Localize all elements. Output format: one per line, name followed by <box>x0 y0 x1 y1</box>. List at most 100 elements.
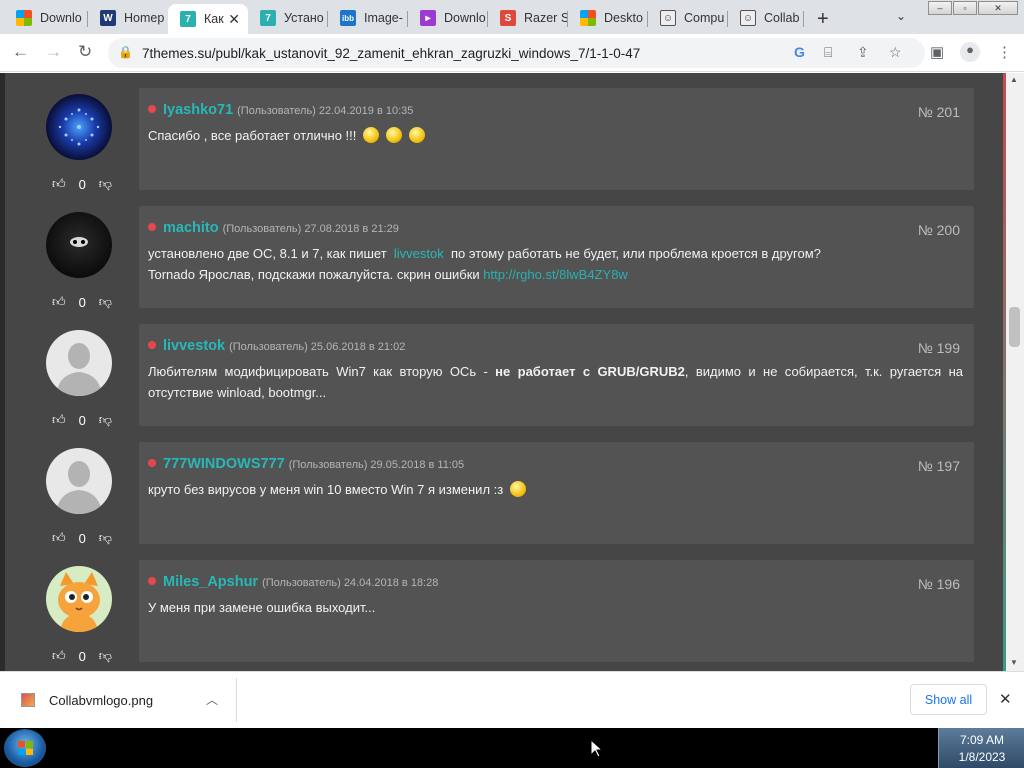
show-all-button[interactable]: Show all <box>910 684 987 715</box>
forward-arrow-icon[interactable]: → <box>45 42 62 62</box>
profile-avatar-icon[interactable]: ● <box>960 42 980 62</box>
tab-2[interactable]: W Homep <box>88 4 168 32</box>
address-bar[interactable]: 🔒 7themes.su/publ/kak_ustanovit_92_zamen… <box>108 38 925 68</box>
vote-count: 0 <box>78 412 86 428</box>
comment-date: 22.04.2019 в 10:35 <box>318 105 414 117</box>
username-link[interactable]: machito <box>163 220 219 236</box>
tab-label: Downlo <box>40 11 82 25</box>
avatar[interactable] <box>46 448 112 514</box>
close-window-button[interactable]: ✕ <box>978 1 1018 15</box>
user-role: (Пользователь) <box>229 341 308 353</box>
tab-1[interactable]: Downlo <box>4 4 88 32</box>
avatar[interactable] <box>46 94 112 160</box>
avatar[interactable] <box>46 330 112 396</box>
tab-label: Homep <box>124 11 165 25</box>
side-panel-icon[interactable]: ▣ <box>930 43 944 61</box>
wink-emoji-icon <box>409 127 426 143</box>
maximize-button[interactable]: ▫ <box>953 1 977 15</box>
collabvm-icon: ☺ <box>740 10 756 26</box>
image-file-icon[interactable] <box>21 693 35 707</box>
comment-number[interactable]: № 199 <box>918 340 960 356</box>
thumbs-down-icon[interactable]: 👎︎ <box>99 648 112 664</box>
divider <box>236 678 237 722</box>
comment-number[interactable]: № 196 <box>918 576 960 592</box>
comment-number[interactable]: № 197 <box>918 458 960 474</box>
avatar[interactable] <box>46 566 112 632</box>
comment-date: 29.05.2018 в 11:05 <box>370 459 465 471</box>
comment-bold-text: не работает с GRUB/GRUB2 <box>495 364 685 379</box>
tab-5[interactable]: ibb Image- <box>328 4 408 32</box>
comment-body: Любителям модифицировать Win7 как вторую… <box>148 364 488 379</box>
scroll-down-icon[interactable]: ▼ <box>1010 658 1018 667</box>
scroll-up-icon[interactable]: ▲ <box>1010 75 1018 84</box>
minimize-button[interactable]: – <box>928 1 952 15</box>
thumbs-down-icon[interactable]: 👎︎ <box>99 176 112 192</box>
mouse-cursor-icon <box>590 739 602 758</box>
tab-8[interactable]: Deskto <box>568 4 648 32</box>
windows-logo-icon <box>580 10 596 26</box>
vote-count: 0 <box>78 294 86 310</box>
user-role: (Пользователь) <box>237 105 316 117</box>
clock-date: 1/8/2023 <box>958 750 1006 764</box>
tab-label: Deskto <box>604 11 643 25</box>
tab-10[interactable]: ☺ Collab <box>728 4 804 32</box>
translate-icon[interactable]: ⌸ <box>824 44 832 61</box>
google-icon[interactable]: G <box>794 44 805 60</box>
thumbs-up-icon[interactable]: 👍︎ <box>52 412 66 428</box>
wink-emoji-icon <box>386 127 403 143</box>
comment-card: 777WINDOWS777 (Пользователь) 29.05.2018 в … <box>139 442 974 544</box>
system-clock[interactable]: 7:09 AM 1/8/2023 <box>938 728 1024 768</box>
new-tab-button[interactable]: + <box>817 8 829 31</box>
comment-number[interactable]: № 200 <box>918 222 960 238</box>
imgbb-icon: ibb <box>340 10 356 26</box>
screenshot-link[interactable]: http://rgho.st/8lwB4ZY8w <box>483 267 628 282</box>
page-viewport: ▲ ▼ 👍︎ 0 👎︎ Iyashko71 (Пользователь) 22.04.2… <box>0 73 1024 671</box>
chevron-up-icon[interactable]: ︿ <box>206 691 218 708</box>
reload-icon[interactable]: ↻ <box>78 42 92 62</box>
menu-kebab-icon[interactable]: ⋮ <box>997 43 1012 61</box>
comment-item: 👍︎ 0 👎︎ machito (Пользователь) 27.08.2018 в … <box>5 198 1003 316</box>
download-file-name[interactable]: Collabvmlogo.png <box>49 693 153 708</box>
user-role: (Пользователь) <box>222 223 302 235</box>
address-toolbar: ← → ↻ 🔒 7themes.su/publ/kak_ustanovit_92… <box>0 34 1024 72</box>
tab-9[interactable]: ☺ Compu <box>648 4 728 32</box>
comment-date: 25.06.2018 в 21:02 <box>310 341 406 353</box>
comment-item: 👍︎ 0 👎︎ 777WINDOWS777 (Пользователь) 29.05.2… <box>5 434 1003 552</box>
scroll-thumb[interactable] <box>1009 307 1020 347</box>
scrollbar[interactable]: ▲ ▼ <box>1006 73 1024 671</box>
username-link[interactable]: 777WINDOWS777 <box>163 456 285 472</box>
comment-item: 👍︎ 0 👎︎ Iyashko71 (Пользователь) 22.04.2019 … <box>5 80 1003 198</box>
comment-card: livvestok (Пользователь) 25.06.2018 в 21:0… <box>139 324 974 426</box>
close-icon[interactable]: ✕ <box>999 690 1012 708</box>
taskbar: 7:09 AM 1/8/2023 <box>0 728 1024 768</box>
tab-7[interactable]: S Razer S <box>488 4 568 32</box>
comment-item: 👍︎ 0 👎︎ livvestok (Пользователь) 25.06.2018 … <box>5 316 1003 434</box>
close-icon[interactable]: ✕ <box>228 11 240 28</box>
comment-number[interactable]: № 201 <box>918 104 960 120</box>
username-link[interactable]: livvestok <box>163 338 225 354</box>
wink-emoji-icon <box>363 127 380 143</box>
avatar[interactable] <box>46 212 112 278</box>
username-link[interactable]: Miles_Apshur <box>163 574 258 590</box>
thumbs-down-icon[interactable]: 👎︎ <box>99 530 112 546</box>
thumbs-up-icon[interactable]: 👍︎ <box>52 294 66 310</box>
comment-text: круто без вирусов у меня win 10 вместо W… <box>148 479 963 500</box>
thumbs-up-icon[interactable]: 👍︎ <box>52 530 66 546</box>
url-text[interactable]: 7themes.su/publ/kak_ustanovit_92_zamenit… <box>142 46 640 61</box>
lock-icon[interactable]: 🔒 <box>118 45 133 59</box>
thumbs-up-icon[interactable]: 👍︎ <box>52 176 66 192</box>
tab-3-active[interactable]: 7 Как ✕ <box>168 4 248 34</box>
thumbs-down-icon[interactable]: 👎︎ <box>99 412 112 428</box>
thumbs-up-icon[interactable]: 👍︎ <box>52 648 66 664</box>
tab-6[interactable]: ▸ Downlo <box>408 4 488 32</box>
tab-4[interactable]: 7 Устано <box>248 4 328 32</box>
back-arrow-icon[interactable]: ← <box>12 42 29 62</box>
tab-search-chevron-icon[interactable]: ⌄ <box>896 9 906 23</box>
share-icon[interactable]: ⇪ <box>857 44 869 61</box>
username-link[interactable]: Iyashko71 <box>163 102 233 118</box>
thumbs-down-icon[interactable]: 👎︎ <box>99 294 112 310</box>
bookmark-star-icon[interactable]: ☆ <box>889 44 902 61</box>
site-logo-icon: W <box>100 10 116 26</box>
start-button[interactable] <box>4 729 46 767</box>
user-mention-link[interactable]: livvestok <box>394 246 444 261</box>
